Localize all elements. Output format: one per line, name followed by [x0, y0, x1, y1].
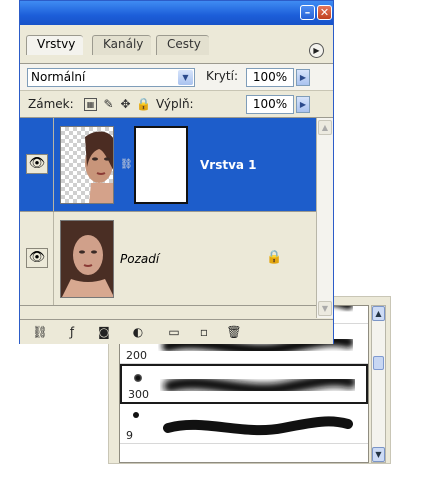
panel-menu-icon[interactable]: ▶ [309, 43, 324, 58]
scroll-thumb[interactable] [373, 356, 384, 370]
close-icon[interactable]: ✕ [317, 5, 332, 20]
eye-icon[interactable]: 👁 [26, 248, 48, 268]
lock-move-icon[interactable]: ✥ [119, 98, 132, 111]
trash-icon[interactable]: 🗑 [226, 325, 242, 339]
divider [53, 212, 54, 305]
lock-icon: 🔒 [266, 250, 283, 265]
fill-slider-icon[interactable]: ▶ [296, 96, 310, 113]
lock-brush-icon[interactable]: ✎ [102, 98, 115, 111]
eye-icon[interactable]: 👁 [26, 154, 48, 174]
brush-preset-row[interactable]: 9 [120, 404, 368, 444]
scroll-down-icon[interactable]: ▼ [318, 301, 332, 316]
chevron-down-icon[interactable]: ▼ [178, 70, 193, 85]
face-image [85, 131, 113, 203]
lock-all-icon[interactable]: 🔒 [136, 98, 151, 111]
brush-tip-icon [133, 412, 139, 418]
minimize-icon[interactable]: – [300, 5, 315, 20]
adjustment-layer-icon[interactable]: ◐ [130, 325, 146, 339]
layer-list-scrollbar[interactable]: ▲ ▼ [316, 118, 333, 318]
brush-size-label: 9 [126, 429, 133, 442]
layer-row-vrstva-1[interactable]: 👁 ⛓ Vrstva 1 [20, 118, 316, 212]
layer-mask-thumbnail[interactable] [134, 126, 188, 204]
scroll-down-icon[interactable]: ▼ [372, 447, 385, 462]
fill-label: Výplň: [156, 97, 194, 111]
new-group-icon[interactable]: ▭ [166, 325, 182, 339]
new-layer-icon[interactable]: ▫ [196, 325, 212, 339]
lock-label: Zámek: [28, 97, 74, 111]
layers-toolbar: ⛓ ƒ ◙ ◐ ▭ ▫ 🗑 [20, 319, 333, 344]
layer-thumbnail [60, 220, 114, 298]
layer-name[interactable]: Vrstva 1 [200, 158, 257, 172]
layer-row-pozadi[interactable]: 👁 Pozadí 🔒 [20, 212, 316, 306]
tab-channels[interactable]: Kanály [92, 35, 152, 55]
layer-thumbnail [60, 126, 114, 204]
brush-preset-row-selected[interactable]: 300 [120, 364, 368, 404]
panel-tabs: Vrstvy Kanály Cesty ▶ [20, 25, 333, 63]
fill-field[interactable]: 100% [246, 95, 294, 114]
brush-tip-icon [134, 374, 142, 382]
lock-transparency-icon[interactable]: ▦ [84, 98, 97, 111]
lock-row: Zámek: ▦ ✎ ✥ 🔒 Výplň: 100% ▶ [20, 90, 333, 118]
link-mask-icon[interactable]: ⛓ [120, 158, 133, 172]
opacity-label: Krytí: [206, 69, 238, 83]
brush-list-scrollbar[interactable]: ▲ ▼ [371, 305, 386, 463]
opacity-field[interactable]: 100% [246, 68, 294, 87]
blend-mode-select[interactable]: Normální ▼ [27, 68, 195, 87]
brush-size-label: 200 [126, 349, 147, 362]
brush-stroke-preview [163, 416, 353, 436]
layer-list: 👁 ⛓ Vrstva 1 👁 Pozadí 🔒 [20, 118, 316, 318]
title-bar[interactable]: – ✕ [20, 1, 333, 25]
tab-paths[interactable]: Cesty [156, 35, 209, 55]
brush-stroke-preview [163, 373, 355, 397]
brush-size-label: 300 [128, 388, 149, 401]
blend-row: Normální ▼ Krytí: 100% ▶ [20, 64, 333, 90]
add-mask-icon[interactable]: ◙ [96, 325, 112, 339]
divider [53, 118, 54, 211]
blend-mode-value: Normální [31, 70, 86, 84]
opacity-slider-icon[interactable]: ▶ [296, 69, 310, 86]
face-image [61, 221, 113, 297]
layer-style-icon[interactable]: ƒ [64, 325, 80, 339]
scroll-up-icon[interactable]: ▲ [318, 120, 332, 135]
scroll-up-icon[interactable]: ▲ [372, 306, 385, 321]
tab-layers[interactable]: Vrstvy [26, 35, 84, 55]
layers-panel: – ✕ Vrstvy Kanály Cesty ▶ Normální ▼ Kry… [19, 0, 334, 344]
layer-name[interactable]: Pozadí [120, 252, 159, 266]
link-layers-icon[interactable]: ⛓ [32, 325, 48, 339]
